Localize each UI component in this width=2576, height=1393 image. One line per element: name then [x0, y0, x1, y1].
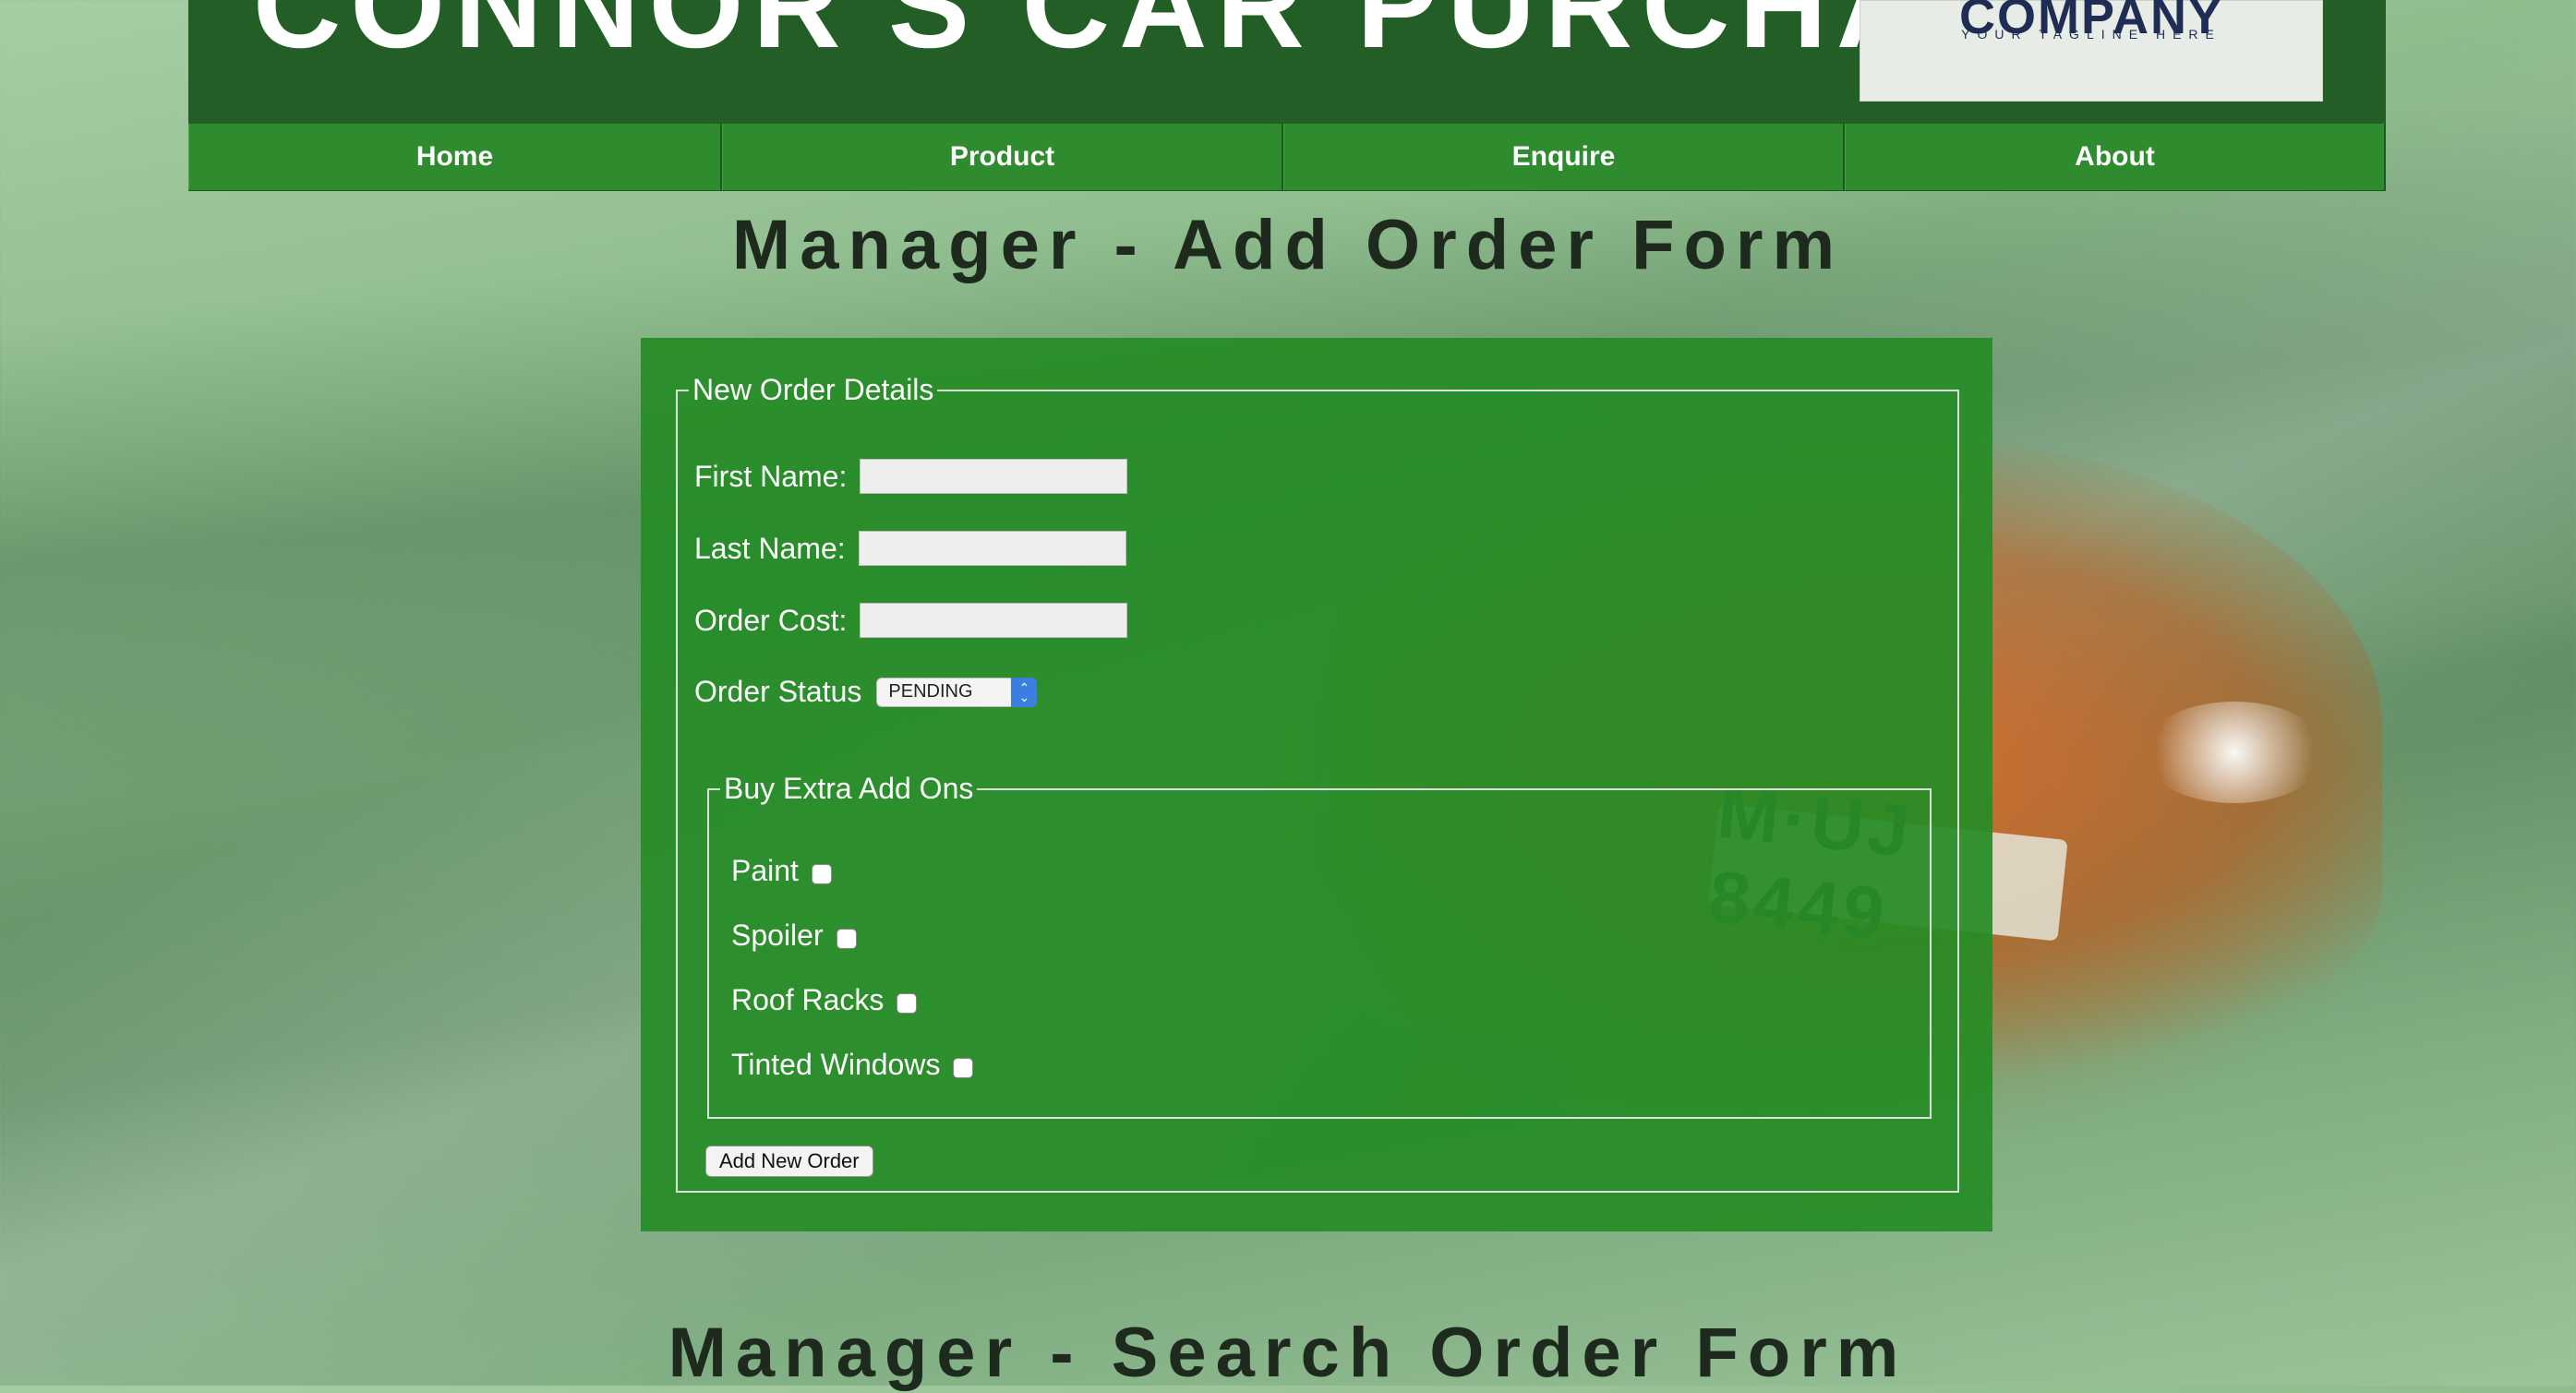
addons-fieldset: Buy Extra Add Ons Paint Spoiler Roof Rac… [707, 772, 1932, 1119]
addons-legend: Buy Extra Add Ons [724, 772, 974, 805]
nav-product[interactable]: Product [722, 124, 1283, 190]
add-new-order-button[interactable]: Add New Order [705, 1146, 873, 1177]
chevron-updown-icon: ⌃ ⌄ [1011, 677, 1038, 707]
nav-enquire[interactable]: Enquire [1283, 124, 1845, 190]
first-name-row: First Name: [694, 459, 1128, 494]
last-name-row: Last Name: [694, 531, 1126, 566]
order-status-value: PENDING [888, 681, 973, 702]
order-cost-input[interactable] [860, 603, 1128, 638]
site-header: CONNOR'S CAR PURCHASE COMPANY YOUR TAGLI… [188, 0, 2386, 124]
site-title: CONNOR'S CAR PURCHASE [253, 0, 2115, 73]
last-name-input[interactable] [858, 531, 1126, 566]
add-order-panel: New Order Details First Name: Last Name:… [641, 338, 1992, 1231]
nav-home[interactable]: Home [188, 124, 722, 190]
company-logo: COMPANY YOUR TAGLINE HERE [1860, 0, 2323, 102]
order-cost-row: Order Cost: [694, 603, 1128, 638]
addon-tinted-windows-label: Tinted Windows [731, 1048, 941, 1081]
main-nav: Home Product Enquire About [188, 124, 2386, 191]
addon-spoiler-label: Spoiler [731, 919, 824, 952]
addon-paint-checkbox[interactable] [811, 863, 832, 884]
addon-roof-racks-row: Roof Racks [731, 983, 918, 1017]
order-status-row: Order Status PENDING ⌃ ⌄ [694, 675, 1038, 709]
addon-tinted-windows-row: Tinted Windows [731, 1048, 974, 1082]
addon-tinted-windows-checkbox[interactable] [953, 1057, 974, 1078]
addon-paint-label: Paint [731, 854, 799, 887]
addon-paint-row: Paint [731, 854, 832, 888]
order-status-select[interactable]: PENDING ⌃ ⌄ [876, 677, 1038, 707]
search-order-title: Manager - Search Order Form [668, 1314, 1908, 1392]
car-headlight [2142, 702, 2327, 803]
new-order-fieldset: New Order Details First Name: Last Name:… [676, 373, 1959, 1193]
order-status-label: Order Status [694, 675, 862, 708]
addon-roof-racks-label: Roof Racks [731, 983, 885, 1016]
first-name-label: First Name: [694, 459, 848, 493]
last-name-label: Last Name: [694, 531, 846, 565]
addon-spoiler-checkbox[interactable] [836, 928, 857, 949]
new-order-legend: New Order Details [692, 373, 934, 406]
logo-tagline: YOUR TAGLINE HERE [1961, 27, 2221, 42]
addon-spoiler-row: Spoiler [731, 919, 857, 953]
order-cost-label: Order Cost: [694, 603, 848, 637]
addon-roof-racks-checkbox[interactable] [897, 992, 918, 1014]
first-name-input[interactable] [860, 459, 1128, 494]
nav-about[interactable]: About [1845, 124, 2386, 190]
add-order-title: Manager - Add Order Form [731, 206, 1845, 284]
